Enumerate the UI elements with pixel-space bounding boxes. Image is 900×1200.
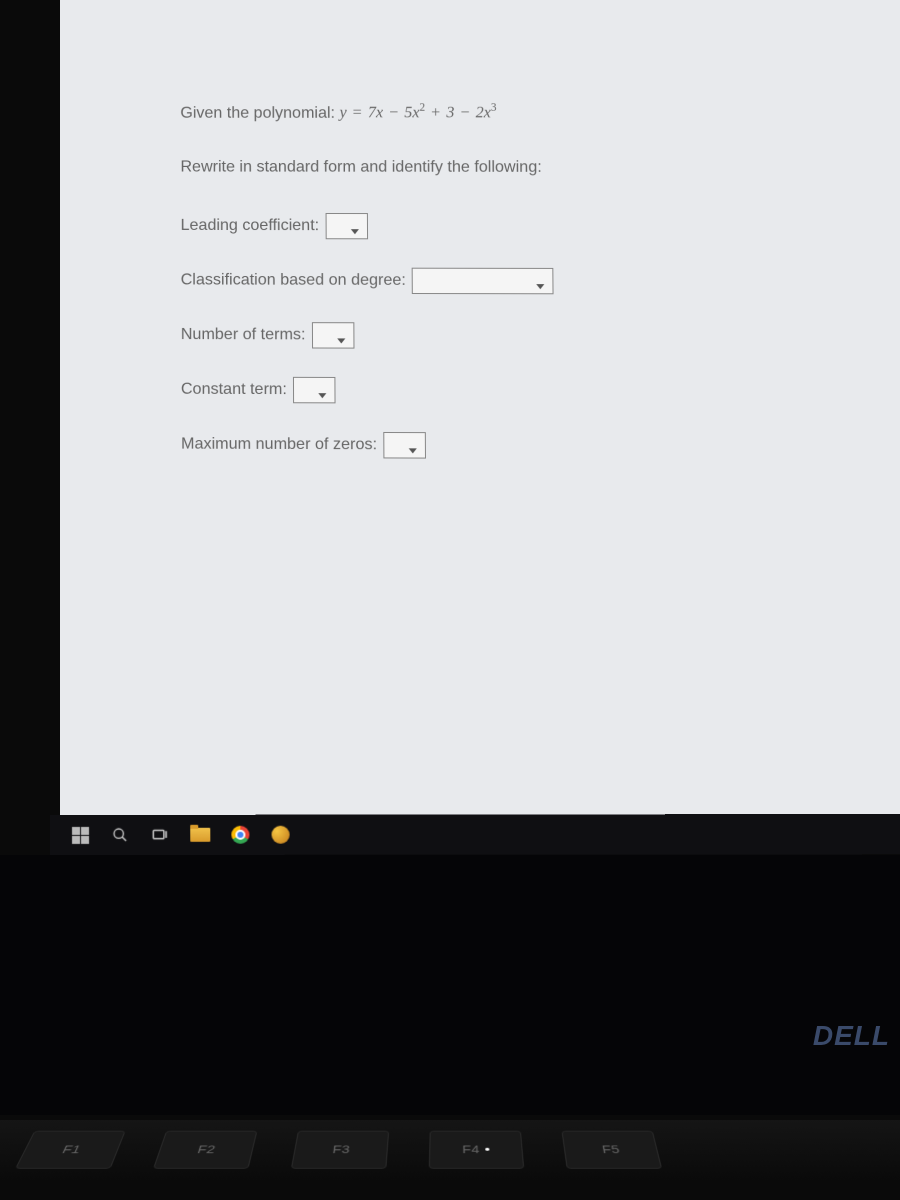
chevron-down-icon: [408, 440, 418, 450]
screen-content-area: Given the polynomial: y = 7x − 5x2 + 3 −…: [60, 0, 900, 827]
windows-logo-icon: [72, 826, 89, 843]
laptop-keyboard: F1 F2 F3 F4 F5: [0, 1120, 900, 1181]
field-constant-term: Constant term:: [181, 376, 900, 404]
prompt-prefix: Given the polynomial:: [180, 104, 339, 121]
polynomial-expression: y = 7x − 5x2 + 3 − 2x3: [339, 105, 496, 122]
windows-taskbar: [50, 814, 900, 855]
chevron-down-icon: [318, 385, 328, 395]
constant-term-select[interactable]: [293, 376, 336, 403]
laptop-bezel: [0, 855, 900, 1115]
classification-select[interactable]: [412, 267, 554, 294]
folder-icon: [190, 828, 210, 842]
chevron-down-icon: [337, 330, 347, 340]
app-icon: [271, 826, 289, 844]
key-f1: F1: [15, 1131, 126, 1169]
start-button[interactable]: [70, 825, 90, 845]
key-f5: F5: [561, 1131, 662, 1169]
key-f3: F3: [291, 1131, 389, 1169]
chevron-down-icon: [536, 276, 546, 286]
field-number-terms: Number of terms:: [181, 321, 900, 349]
task-view-icon: [151, 826, 169, 844]
max-zeros-select[interactable]: [383, 431, 426, 458]
search-button[interactable]: [110, 825, 130, 845]
field-label: Maximum number of zeros:: [181, 431, 377, 458]
chevron-down-icon: [350, 221, 360, 231]
field-classification: Classification based on degree:: [181, 267, 900, 295]
search-icon: [112, 827, 128, 843]
polynomial-prompt: Given the polynomial: y = 7x − 5x2 + 3 −…: [180, 100, 900, 126]
number-terms-select[interactable]: [312, 322, 355, 348]
field-label: Number of terms:: [181, 322, 306, 348]
app-button[interactable]: [270, 825, 290, 845]
field-label: Classification based on degree:: [181, 267, 406, 293]
key-f4: F4: [429, 1131, 524, 1169]
instruction-text: Rewrite in standard form and identify th…: [180, 154, 900, 180]
field-label: Leading coefficient:: [181, 213, 320, 239]
task-view-button[interactable]: [150, 825, 170, 845]
chrome-button[interactable]: [230, 825, 250, 845]
question-content: Given the polynomial: y = 7x − 5x2 + 3 −…: [60, 0, 900, 460]
field-max-zeros: Maximum number of zeros:: [181, 431, 900, 460]
leading-coefficient-select[interactable]: [325, 212, 368, 238]
chrome-icon: [231, 826, 249, 844]
field-label: Constant term:: [181, 376, 287, 402]
laptop-brand: DELL: [813, 1020, 890, 1052]
field-leading-coefficient: Leading coefficient:: [181, 212, 900, 239]
key-f2: F2: [153, 1131, 258, 1169]
file-explorer-button[interactable]: [190, 825, 210, 845]
